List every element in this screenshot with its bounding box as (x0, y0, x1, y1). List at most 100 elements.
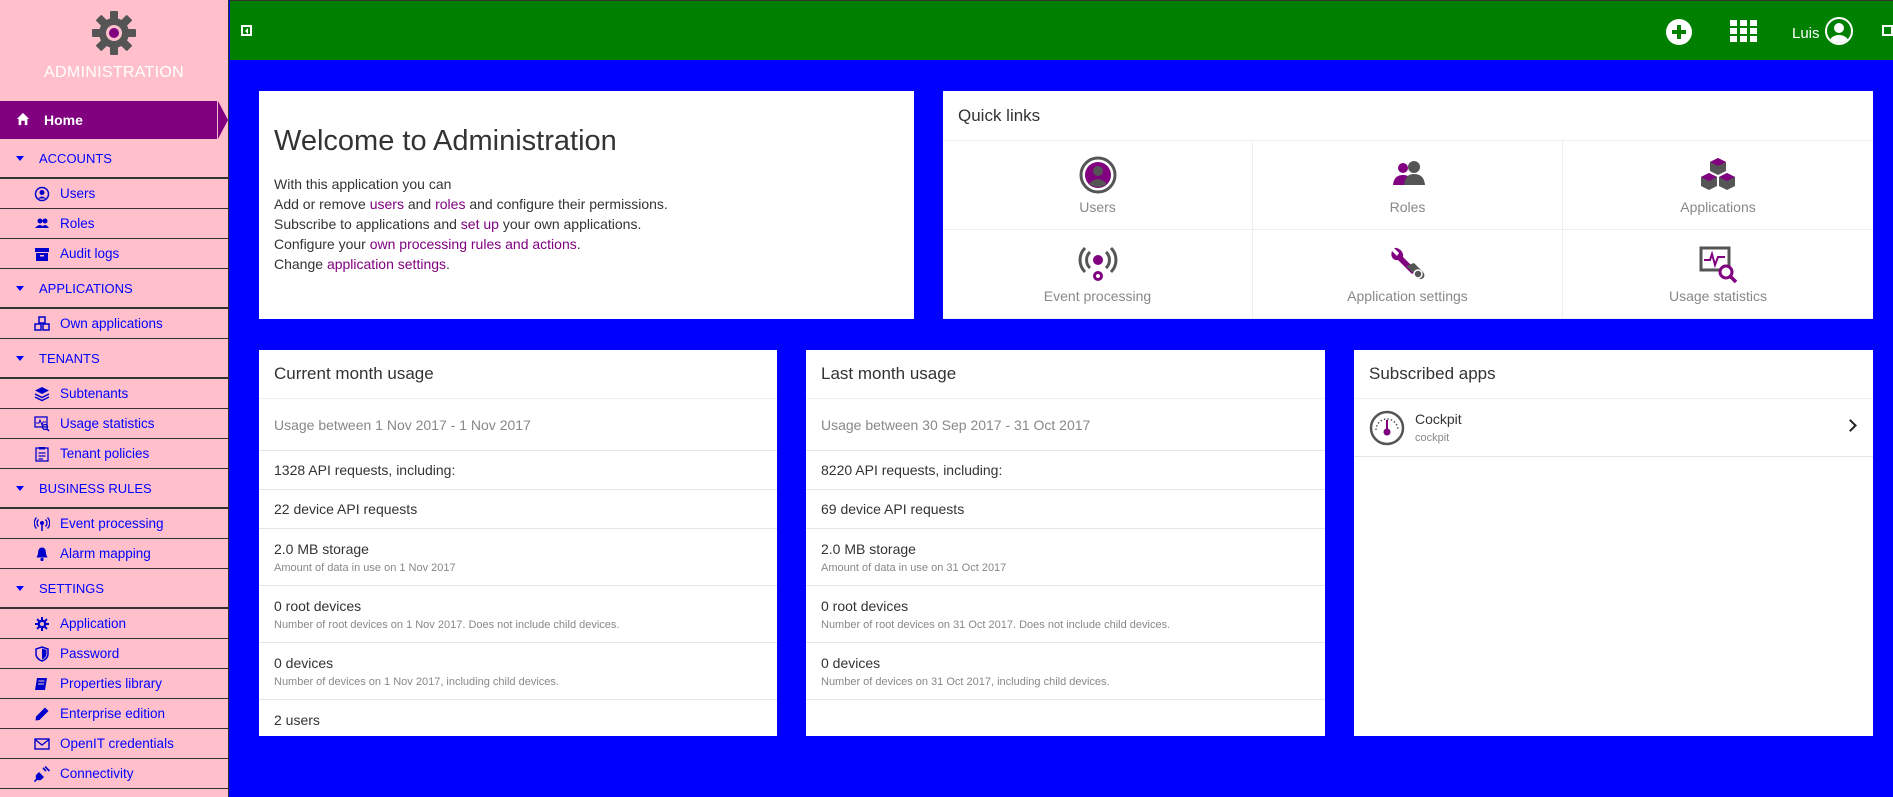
app-switcher-icon[interactable] (1730, 20, 1757, 44)
root-devices: 0 root devices (821, 597, 909, 614)
devices-note: Number of devices on 31 Oct 2017, includ… (821, 675, 1110, 688)
sidebar-item-audit-logs[interactable]: Audit logs (0, 239, 228, 269)
api-requests: 1328 API requests, including: (274, 462, 456, 478)
home-icon (16, 112, 32, 129)
card-title: Last month usage (806, 350, 1325, 399)
sidebar-item-event-processing[interactable]: Event processing (0, 509, 228, 539)
text: your own applications. (498, 216, 642, 232)
chevron-right-icon (1844, 419, 1857, 432)
devices-note: Number of devices on 1 Nov 2017, includi… (274, 675, 559, 688)
sidebar-section-business-rules[interactable]: BUSINESS RULES (0, 469, 228, 509)
gear-logo-icon (89, 8, 139, 58)
sidebar-item-label: Usage statistics (60, 416, 155, 431)
quick-link-usage-statistics[interactable]: Usage statistics (1563, 230, 1873, 319)
quick-link-applications[interactable]: Applications (1563, 141, 1873, 230)
sidebar-item-label: Application (60, 616, 127, 631)
caret-down-icon (16, 585, 24, 591)
card-title: Current month usage (259, 350, 777, 399)
current-month-usage-card: Current month usage Usage between 1 Nov … (259, 350, 777, 736)
device-api-requests: 69 device API requests (821, 501, 965, 517)
sidebar-section-label: SETTINGS (39, 580, 105, 596)
devices: 0 devices (274, 654, 334, 671)
roles-link[interactable]: roles (435, 196, 465, 212)
users-count: 2 users (274, 711, 320, 728)
sidebar-section-label: APPLICATIONS (39, 280, 133, 296)
subscribed-app-cockpit[interactable]: Cockpit cockpit (1354, 399, 1873, 457)
welcome-line: Change application settings. (274, 254, 899, 274)
sidebar-section-accounts[interactable]: ACCOUNTS (0, 139, 228, 179)
welcome-title: Welcome to Administration (274, 125, 617, 157)
quick-link-roles[interactable]: Roles (1253, 141, 1563, 230)
storage-row: 2.0 MB storage Amount of data in use on 1… (259, 529, 777, 586)
sidebar-item-properties-library[interactable]: Properties library (0, 669, 228, 699)
usage-period-row: Usage between 30 Sep 2017 - 31 Oct 2017 (806, 399, 1325, 451)
user-circle-icon (1079, 156, 1116, 194)
quick-link-label: Users (1079, 199, 1116, 215)
processing-rules-link[interactable]: own processing rules and actions (370, 236, 577, 252)
sidebar-item-password[interactable]: Password (0, 639, 228, 669)
sidebar-item-own-applications[interactable]: Own applications (0, 309, 228, 339)
sidebar-item-connectivity[interactable]: Connectivity (0, 759, 228, 789)
sidebar-section-label: ACCOUNTS (39, 150, 112, 166)
usage-stats-icon (34, 415, 50, 432)
storage: 2.0 MB storage (821, 540, 916, 557)
device-api-requests-row: 69 device API requests (806, 490, 1325, 529)
sidebar-item-label: Password (60, 646, 120, 661)
quick-link-label: Roles (1389, 199, 1426, 215)
root-devices: 0 root devices (274, 597, 362, 614)
user-name[interactable]: Luis (1792, 25, 1820, 42)
text: Change (274, 256, 327, 272)
sidebar-item-roles[interactable]: Roles (0, 209, 228, 239)
sidebar-item-users[interactable]: Users (0, 179, 228, 209)
sidebar-item-label: Audit logs (60, 246, 120, 261)
quick-link-application-settings[interactable]: Application settings (1253, 230, 1563, 319)
quick-link-label: Application settings (1347, 288, 1468, 304)
caret-down-icon (16, 155, 24, 161)
last-month-usage-card: Last month usage Usage between 30 Sep 20… (806, 350, 1325, 736)
sidebar-item-usage-statistics[interactable]: Usage statistics (0, 409, 228, 439)
archive-icon (34, 246, 50, 262)
cubes-icon (34, 315, 50, 332)
sidebar-item-home[interactable]: Home (0, 101, 228, 139)
usage-stats-icon (1699, 246, 1738, 284)
gear-icon (34, 616, 50, 632)
gauge-icon (1369, 410, 1405, 445)
quick-links-title: Quick links (943, 91, 1873, 141)
sidebar-item-subtenants[interactable]: Subtenants (0, 379, 228, 409)
sidebar-item-label: Home (44, 112, 83, 128)
sidebar-item-alarm-mapping[interactable]: Alarm mapping (0, 539, 228, 569)
sidebar-item-label: Properties library (60, 676, 163, 691)
broadcast-gear-icon (1078, 246, 1117, 281)
sidebar-section-applications[interactable]: APPLICATIONS (0, 269, 228, 309)
sidebar-item-openit-credentials[interactable]: OpenIT credentials (0, 729, 228, 759)
sidebar-item-tenant-policies[interactable]: Tenant policies (0, 439, 228, 469)
collapse-sidebar-button[interactable] (241, 25, 252, 36)
shield-icon (34, 645, 50, 662)
user-avatar-icon[interactable] (1825, 17, 1853, 45)
sidebar-item-label: Roles (60, 216, 95, 231)
quick-link-event-processing[interactable]: Event processing (943, 230, 1253, 319)
sidebar-section-settings[interactable]: SETTINGS (0, 569, 228, 609)
application-settings-link[interactable]: application settings (327, 256, 446, 272)
collapse-right-panel-button[interactable] (1882, 25, 1893, 36)
devices: 0 devices (821, 654, 881, 671)
sidebar-item-label: Event processing (60, 516, 164, 531)
book-icon (34, 676, 50, 692)
usage-period: Usage between 30 Sep 2017 - 31 Oct 2017 (821, 416, 1091, 433)
root-devices-row: 0 root devices Number of root devices on … (806, 586, 1325, 643)
welcome-line: Subscribe to applications and set up you… (274, 214, 899, 234)
api-requests: 8220 API requests, including: (821, 462, 1003, 478)
add-icon[interactable] (1666, 19, 1692, 45)
quick-link-label: Applications (1680, 199, 1756, 215)
set-up-link[interactable]: set up (461, 216, 499, 232)
text: . (446, 256, 450, 272)
users-link[interactable]: users (370, 196, 404, 212)
storage-note: Amount of data in use on 31 Oct 2017 (821, 561, 1007, 574)
storage-note: Amount of data in use on 1 Nov 2017 (274, 561, 456, 574)
sidebar-item-enterprise-edition[interactable]: Enterprise edition (0, 699, 228, 729)
quick-link-users[interactable]: Users (943, 141, 1253, 230)
sidebar-section-tenants[interactable]: TENANTS (0, 339, 228, 379)
sidebar-item-application[interactable]: Application (0, 609, 228, 639)
sidebar-item-label: Connectivity (60, 766, 134, 781)
broadcast-icon (34, 516, 50, 532)
